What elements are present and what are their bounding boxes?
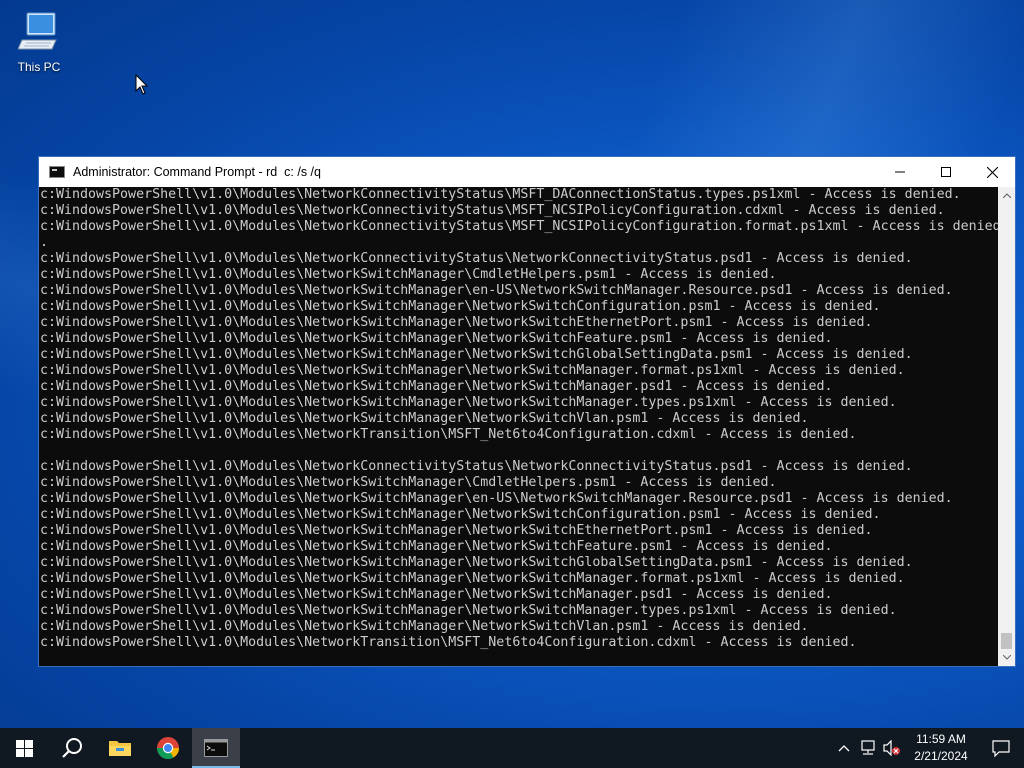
- window-title: Administrator: Command Prompt - rd c: /s…: [73, 165, 321, 179]
- show-hidden-icons-button[interactable]: [832, 728, 856, 768]
- windows-logo-icon: [15, 739, 33, 757]
- network-icon: [861, 740, 875, 755]
- maximize-button[interactable]: [923, 157, 969, 187]
- terminal-icon: [204, 739, 228, 757]
- taskbar: 11:59 AM 2/21/2024: [0, 728, 1024, 768]
- volume-button[interactable]: [880, 728, 904, 768]
- console-line: c:WindowsPowerShell\v1.0\Modules\Network…: [40, 299, 881, 314]
- clock-date: 2/21/2024: [914, 749, 968, 763]
- chrome-icon: [157, 737, 179, 759]
- console-line: c:WindowsPowerShell\v1.0\Modules\Network…: [40, 363, 905, 378]
- minimize-button[interactable]: [877, 157, 923, 187]
- minimize-icon: [895, 171, 905, 173]
- volume-muted-icon: [883, 740, 900, 756]
- console-line: c:WindowsPowerShell\v1.0\Modules\Network…: [40, 571, 905, 586]
- console-line: c:WindowsPowerShell\v1.0\Modules\Network…: [40, 187, 961, 202]
- notification-icon: [992, 739, 1010, 757]
- chevron-up-icon: [838, 745, 850, 752]
- action-center-button[interactable]: [978, 728, 1024, 768]
- computer-icon: [17, 12, 57, 50]
- console-line: c:WindowsPowerShell\v1.0\Modules\Network…: [40, 427, 857, 442]
- chrome-button[interactable]: [144, 728, 192, 768]
- start-button[interactable]: [0, 728, 48, 768]
- system-tray: 11:59 AM 2/21/2024: [832, 728, 1024, 768]
- console-output[interactable]: c:WindowsPowerShell\v1.0\Modules\Network…: [39, 187, 1000, 666]
- console-line: c:WindowsPowerShell\v1.0\Modules\Network…: [40, 331, 833, 346]
- console-line: c:WindowsPowerShell\v1.0\Modules\Network…: [40, 379, 833, 394]
- console-line: c:WindowsPowerShell\v1.0\Modules\Network…: [40, 587, 833, 602]
- close-icon: [986, 166, 998, 178]
- chevron-up-icon: [1002, 193, 1011, 198]
- search-button[interactable]: [48, 728, 96, 768]
- scrollbar-thumb[interactable]: [1001, 633, 1012, 649]
- desktop: This PC Administrator: Command Prompt - …: [0, 0, 1024, 728]
- console-line: c:WindowsPowerShell\v1.0\Modules\Network…: [40, 619, 809, 634]
- window-titlebar[interactable]: Administrator: Command Prompt - rd c: /s…: [39, 157, 1015, 187]
- file-explorer-button[interactable]: [96, 728, 144, 768]
- console-line: c:WindowsPowerShell\v1.0\Modules\Network…: [40, 203, 945, 218]
- search-icon: [62, 738, 82, 758]
- console-line: c:WindowsPowerShell\v1.0\Modules\Network…: [40, 219, 1000, 234]
- console-line: c:WindowsPowerShell\v1.0\Modules\Network…: [40, 539, 833, 554]
- close-button[interactable]: [969, 157, 1015, 187]
- console-line: c:WindowsPowerShell\v1.0\Modules\Network…: [40, 267, 777, 282]
- vertical-scrollbar[interactable]: [998, 187, 1015, 666]
- console-line: c:WindowsPowerShell\v1.0\Modules\Network…: [40, 635, 857, 650]
- folder-icon: [109, 741, 131, 756]
- clock-time: 11:59 AM: [916, 732, 966, 746]
- desktop-icon-label: This PC: [17, 60, 61, 74]
- console-line: .: [40, 235, 49, 250]
- console-line: c:WindowsPowerShell\v1.0\Modules\Network…: [40, 555, 913, 570]
- console-line: c:WindowsPowerShell\v1.0\Modules\Network…: [40, 459, 913, 474]
- network-button[interactable]: [856, 728, 880, 768]
- console-line: c:WindowsPowerShell\v1.0\Modules\Network…: [40, 395, 897, 410]
- maximize-icon: [941, 167, 951, 177]
- scroll-down-button[interactable]: [998, 649, 1015, 666]
- console-line: c:WindowsPowerShell\v1.0\Modules\Network…: [40, 411, 809, 426]
- console-line: c:WindowsPowerShell\v1.0\Modules\Network…: [40, 315, 873, 330]
- mouse-cursor-icon: [135, 74, 149, 95]
- command-prompt-icon: [49, 166, 65, 178]
- console-line: c:WindowsPowerShell\v1.0\Modules\Network…: [40, 523, 873, 538]
- desktop-icon-this-pc[interactable]: This PC: [10, 8, 68, 76]
- command-prompt-window[interactable]: Administrator: Command Prompt - rd c: /s…: [38, 156, 1016, 667]
- console-line: c:WindowsPowerShell\v1.0\Modules\Network…: [40, 475, 777, 490]
- console-line: c:WindowsPowerShell\v1.0\Modules\Network…: [40, 603, 897, 618]
- console-line: c:WindowsPowerShell\v1.0\Modules\Network…: [40, 251, 913, 266]
- console-line: c:WindowsPowerShell\v1.0\Modules\Network…: [40, 283, 953, 298]
- clock[interactable]: 11:59 AM 2/21/2024: [904, 731, 978, 765]
- chevron-down-icon: [1002, 655, 1011, 660]
- console-line: c:WindowsPowerShell\v1.0\Modules\Network…: [40, 507, 881, 522]
- scroll-up-button[interactable]: [998, 187, 1015, 204]
- console-line: c:WindowsPowerShell\v1.0\Modules\Network…: [40, 347, 913, 362]
- command-prompt-taskbar-button[interactable]: [192, 728, 240, 768]
- console-line: c:WindowsPowerShell\v1.0\Modules\Network…: [40, 491, 953, 506]
